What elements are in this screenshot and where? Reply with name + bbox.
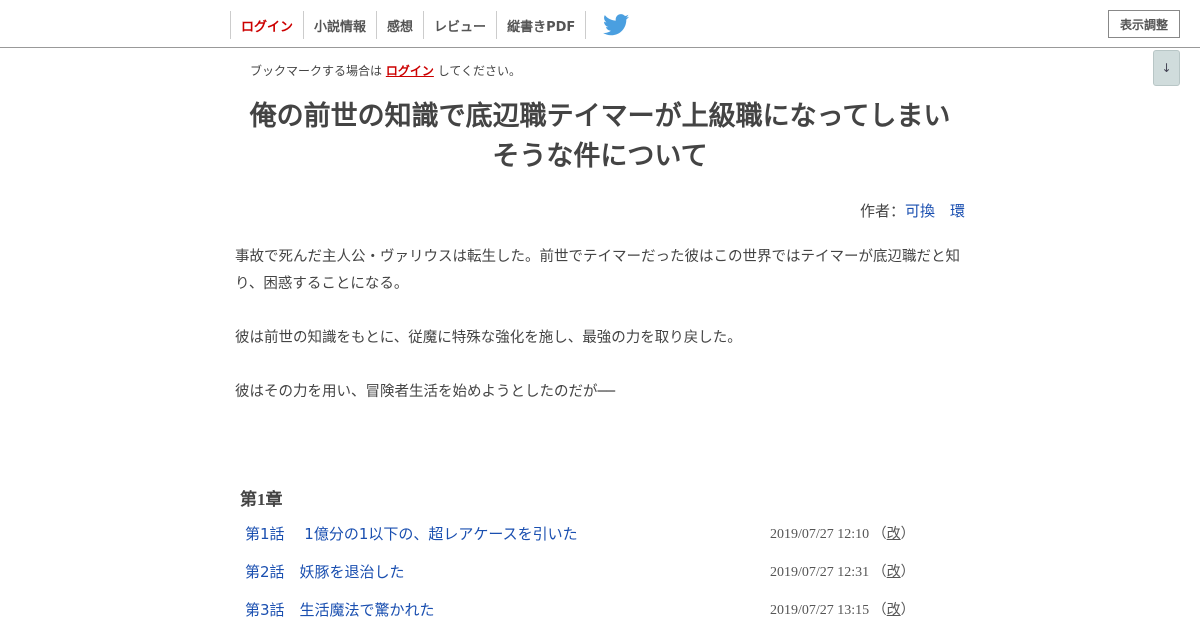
synopsis-paragraph: 事故で死んだ主人公・ヴァリウスは転生した。前世でテイマーだった彼はこの世界ではテ…: [235, 249, 960, 292]
nav-login[interactable]: ログイン: [230, 11, 303, 39]
revised-close: ）: [900, 527, 915, 542]
episode-row: 第1話 1億分の1以下の、超レアケースを引いた 2019/07/27 12:10…: [245, 519, 945, 557]
bookmark-notice: ブックマークする場合は ログイン してください。: [250, 62, 521, 79]
scroll-down-button[interactable]: ↓: [1153, 50, 1180, 86]
twitter-icon[interactable]: [602, 11, 630, 39]
nav-vertical-pdf[interactable]: 縦書きPDF: [496, 11, 587, 39]
author-link[interactable]: 可換 環: [905, 202, 965, 220]
episode-date: 2019/07/27 12:31 （改）: [770, 561, 915, 581]
bookmark-login-link[interactable]: ログイン: [386, 64, 434, 78]
site-header: ログイン 小説情報 感想 レビュー 縦書きPDF 表示調整: [0, 0, 1200, 48]
display-settings-button[interactable]: 表示調整: [1108, 10, 1180, 38]
novel-title-line2: そうな件について: [492, 141, 708, 172]
synopsis: 事故で死んだ主人公・ヴァリウスは転生した。前世でテイマーだった彼はこの世界ではテ…: [235, 244, 965, 433]
episode-date-text: 2019/07/27 12:10: [770, 527, 870, 542]
nav-review[interactable]: レビュー: [423, 11, 496, 39]
chapter-title: 第1章: [240, 490, 283, 509]
revised-link[interactable]: 改: [887, 565, 901, 580]
episode-row: 第2話 妖豚を退治した 2019/07/27 12:31 （改）: [245, 557, 945, 595]
episode-link[interactable]: 第3話 生活魔法で驚かれた: [245, 599, 435, 620]
author-line: 作者：可換 環: [860, 200, 965, 221]
episode-row: 第3話 生活魔法で驚かれた 2019/07/27 13:15 （改）: [245, 595, 945, 630]
synopsis-paragraph: 彼はその力を用い、冒険者生活を始めようとしたのだが──: [235, 384, 615, 400]
novel-title-line1: 俺の前世の知識で底辺職テイマーが上級職になってしまい: [249, 101, 951, 132]
bookmark-suffix: してください。: [437, 64, 521, 78]
episode-date-text: 2019/07/27 13:15: [770, 603, 870, 618]
revised-open: （: [872, 603, 887, 618]
revised-open: （: [872, 565, 887, 580]
nav-impressions[interactable]: 感想: [376, 11, 423, 39]
episode-link[interactable]: 第2話 妖豚を退治した: [245, 561, 405, 582]
bookmark-prefix: ブックマークする場合は: [250, 64, 383, 78]
top-nav: ログイン 小説情報 感想 レビュー 縦書きPDF: [230, 11, 630, 39]
revised-link[interactable]: 改: [887, 527, 901, 542]
episode-list: 第1話 1億分の1以下の、超レアケースを引いた 2019/07/27 12:10…: [245, 519, 945, 630]
nav-novel-info[interactable]: 小説情報: [303, 11, 376, 39]
revised-close: ）: [900, 565, 915, 580]
episode-date: 2019/07/27 12:10 （改）: [770, 523, 915, 543]
episode-date-text: 2019/07/27 12:31: [770, 565, 870, 580]
episode-link[interactable]: 第1話 1億分の1以下の、超レアケースを引いた: [245, 523, 578, 544]
revised-close: ）: [900, 603, 915, 618]
revised-link[interactable]: 改: [887, 603, 901, 618]
synopsis-paragraph: 彼は前世の知識をもとに、従魔に特殊な強化を施し、最強の力を取り戻した。: [235, 330, 742, 346]
novel-title: 俺の前世の知識で底辺職テイマーが上級職になってしまい そうな件について: [235, 97, 965, 177]
episode-date: 2019/07/27 13:15 （改）: [770, 599, 915, 619]
author-label: 作者：: [859, 202, 905, 220]
revised-open: （: [872, 527, 887, 542]
